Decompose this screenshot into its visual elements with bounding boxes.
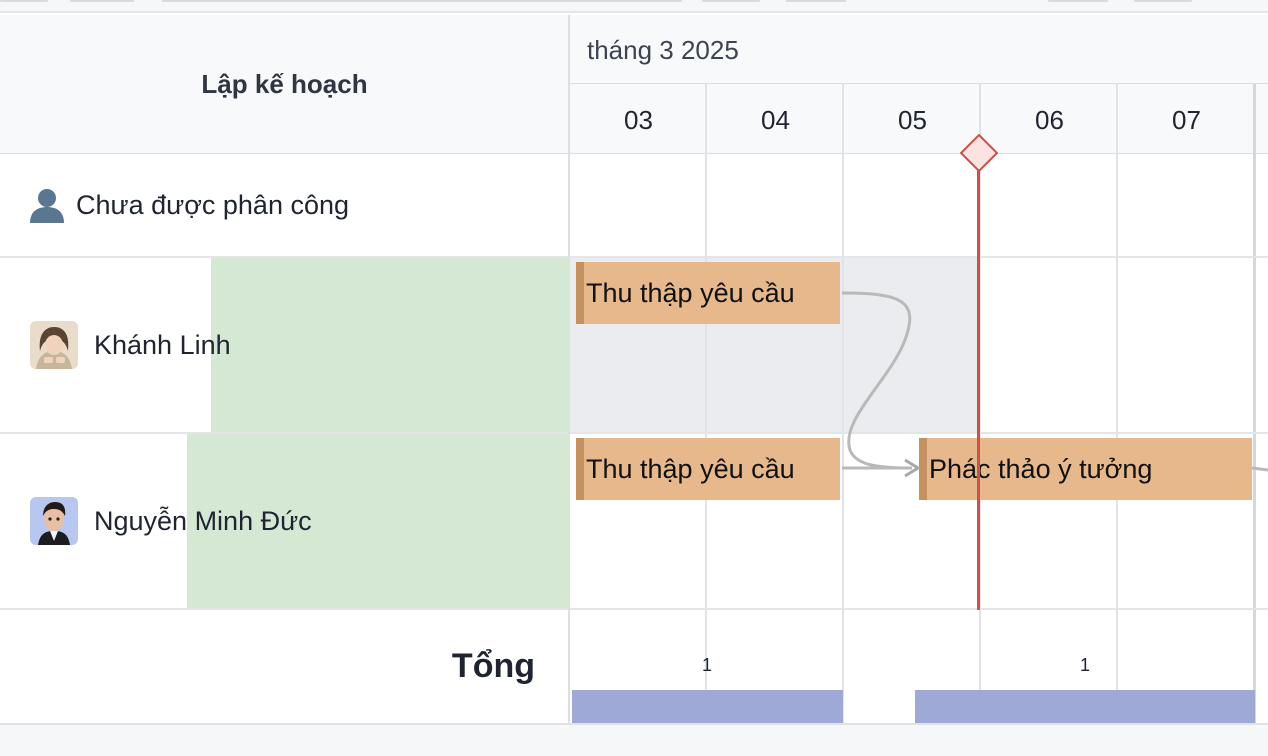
today-line <box>977 152 980 610</box>
toolbar-button[interactable] <box>702 0 760 2</box>
toolbar-button[interactable] <box>1134 0 1192 2</box>
grid-line <box>1253 84 1256 723</box>
day-cell[interactable]: 03 <box>570 84 707 154</box>
timeline-day-header: 03 04 05 06 07 <box>570 84 1268 154</box>
arrow-head-icon <box>904 458 921 478</box>
month-label: tháng 3 2025 <box>587 35 739 65</box>
total-count: 1 <box>1080 655 1091 675</box>
task-bar[interactable]: Thu thập yêu cầu <box>576 438 840 500</box>
today-marker-icon[interactable] <box>960 134 998 172</box>
task-bar[interactable]: Phác thảo ý tưởng <box>919 438 1252 500</box>
total-histogram-bar <box>915 690 1255 723</box>
avatar <box>30 321 78 369</box>
timeline-month-header: tháng 3 2025 <box>570 15 1268 84</box>
horizontal-scrollbar[interactable] <box>0 723 1268 756</box>
resource-row-unassigned[interactable]: Chưa được phân công <box>0 154 569 256</box>
day-cell[interactable]: 06 <box>981 84 1118 154</box>
grid-line <box>842 84 844 723</box>
resource-name: Chưa được phân công <box>76 189 350 220</box>
grid-line <box>1116 84 1118 723</box>
day-cell[interactable]: 07 <box>1118 84 1255 154</box>
toolbar-strip <box>0 0 1268 13</box>
gantt-planner: Lập kế hoạch tháng 3 2025 03 04 05 06 07… <box>0 0 1268 756</box>
toolbar-button[interactable] <box>1048 0 1108 2</box>
page-title: Lập kế hoạch <box>201 68 368 99</box>
workload-bar <box>211 258 569 432</box>
task-label: Thu thập yêu cầu <box>586 453 795 484</box>
toolbar-button[interactable] <box>786 0 846 2</box>
resource-name: Nguyễn Minh Đức <box>94 505 312 536</box>
toolbar-search[interactable] <box>162 0 682 2</box>
resource-name: Khánh Linh <box>94 329 231 360</box>
task-bar[interactable]: Thu thập yêu cầu <box>576 262 840 324</box>
person-icon <box>30 189 64 223</box>
task-label: Thu thập yêu cầu <box>586 277 795 308</box>
avatar <box>30 497 78 545</box>
grid-line <box>705 84 707 723</box>
total-count: 1 <box>702 655 713 675</box>
toolbar-button[interactable] <box>70 0 134 2</box>
toolbar-button[interactable] <box>0 0 48 2</box>
day-cell[interactable]: 04 <box>707 84 844 154</box>
resource-column-header: Lập kế hoạch <box>0 15 569 154</box>
task-label: Phác thảo ý tưởng <box>929 453 1153 484</box>
totals-label: Tổng <box>451 647 535 685</box>
total-histogram-bar <box>572 690 843 723</box>
